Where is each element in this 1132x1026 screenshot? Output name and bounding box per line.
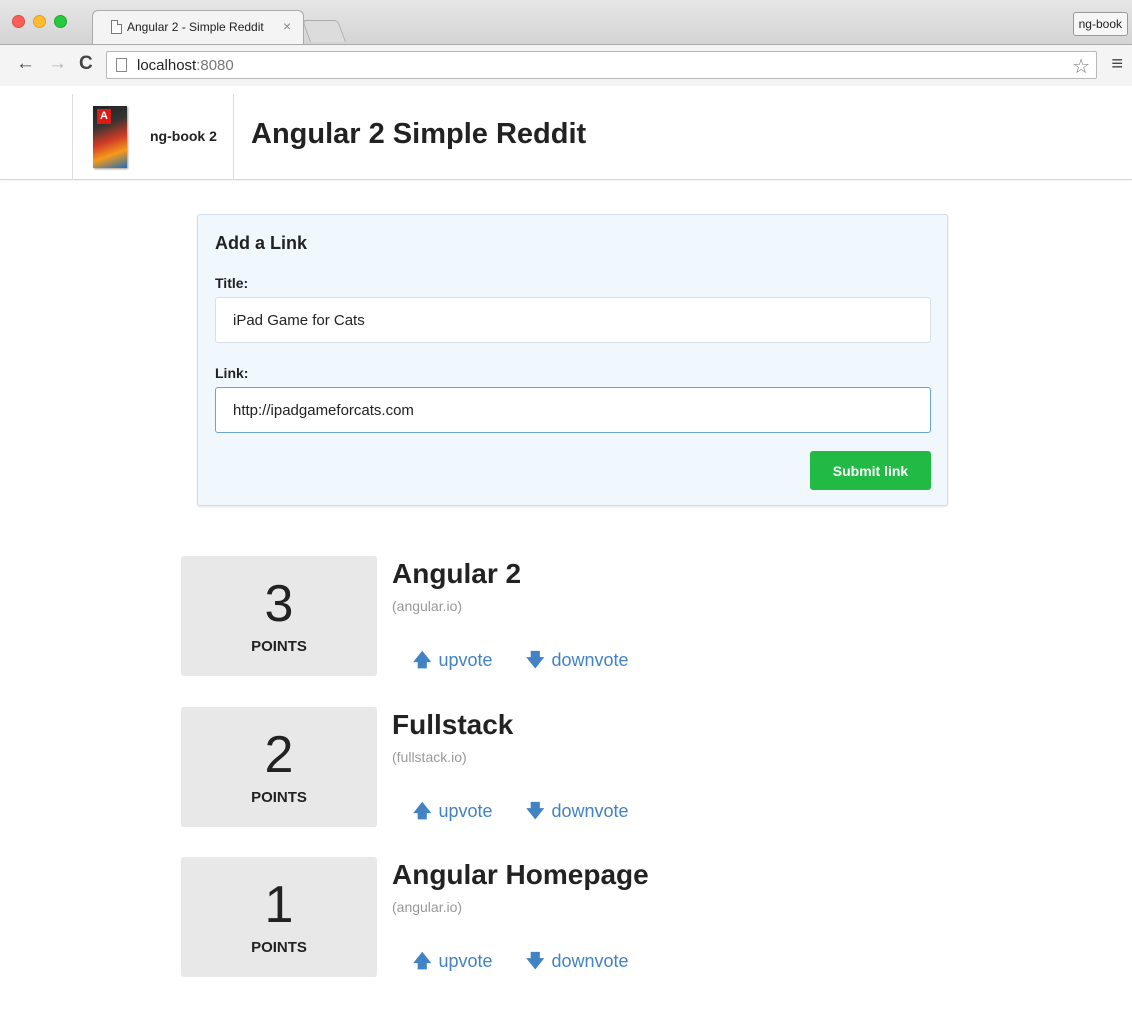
vote-box: 2 POINTS <box>181 707 377 827</box>
article-item: 2 POINTS Fullstack (fullstack.io) 🡅 upvot… <box>181 707 881 827</box>
brand-name: ng-book 2 <box>150 128 217 144</box>
points-label: POINTS <box>251 638 307 655</box>
zoom-window-button[interactable] <box>54 15 67 28</box>
title-input[interactable] <box>215 297 931 343</box>
new-tab-button[interactable] <box>301 20 347 42</box>
article-domain: (angular.io) <box>392 598 463 614</box>
article-domain: (angular.io) <box>392 899 463 915</box>
submit-link-button[interactable]: Submit link <box>810 451 931 490</box>
url-port: :8080 <box>196 57 234 74</box>
form-heading: Add a Link <box>215 233 308 253</box>
arrow-up-icon: 🡅 <box>413 801 432 821</box>
downvote-link[interactable]: 🡇 downvote <box>526 949 629 979</box>
points-label: POINTS <box>251 789 307 806</box>
article-title-link[interactable]: Angular 2 <box>392 558 521 590</box>
upvote-label: upvote <box>438 951 493 971</box>
downvote-label: downvote <box>551 951 629 971</box>
bookmark-star-icon[interactable]: ☆ <box>1072 54 1090 79</box>
browser-toolbar: ← → C localhost:8080 ☆ ≡ <box>0 44 1132 86</box>
browser-chrome: Angular 2 - Simple Reddit × ng-book ← → … <box>0 0 1132 86</box>
downvote-link[interactable]: 🡇 downvote <box>526 648 629 678</box>
article-item: 3 POINTS Angular 2 (angular.io) 🡅 upvote … <box>181 556 881 676</box>
minimize-window-button[interactable] <box>33 15 46 28</box>
vote-box: 3 POINTS <box>181 556 377 676</box>
page-icon <box>111 20 122 34</box>
vote-count: 3 <box>264 575 294 633</box>
close-window-button[interactable] <box>12 15 25 28</box>
add-link-form: Add a Link Title: Link: Submit link <box>197 214 948 506</box>
upvote-label: upvote <box>438 801 493 821</box>
back-arrow-icon[interactable]: ← <box>16 54 35 74</box>
page-title: Angular 2 Simple Reddit <box>251 118 587 150</box>
browser-tab-active[interactable]: Angular 2 - Simple Reddit × <box>92 10 304 44</box>
tab-strip: Angular 2 - Simple Reddit × ng-book <box>0 0 1132 44</box>
upvote-link[interactable]: 🡅 upvote <box>413 799 493 829</box>
vote-box: 1 POINTS <box>181 857 377 977</box>
page-icon <box>116 58 127 72</box>
url-text: localhost:8080 <box>137 57 234 74</box>
article-item: 1 POINTS Angular Homepage (angular.io) 🡅… <box>181 857 881 977</box>
downvote-label: downvote <box>551 650 629 670</box>
book-cover-logo <box>93 106 127 168</box>
upvote-link[interactable]: 🡅 upvote <box>413 949 493 979</box>
article-title-link[interactable]: Angular Homepage <box>392 859 649 891</box>
link-input[interactable] <box>215 387 931 433</box>
link-label: Link: <box>215 365 249 381</box>
upvote-label: upvote <box>438 650 493 670</box>
app-header: ng-book 2 Angular 2 Simple Reddit <box>0 94 1132 180</box>
article-domain: (fullstack.io) <box>392 749 467 765</box>
address-bar[interactable]: localhost:8080 ☆ <box>106 51 1097 79</box>
arrow-down-icon: 🡇 <box>526 650 545 670</box>
arrow-up-icon: 🡅 <box>413 650 432 670</box>
arrow-down-icon: 🡇 <box>526 951 545 971</box>
tab-title: Angular 2 - Simple Reddit <box>127 20 264 34</box>
tab-close-icon[interactable]: × <box>283 18 291 34</box>
points-label: POINTS <box>251 939 307 956</box>
article-title-link[interactable]: Fullstack <box>392 709 513 741</box>
title-label: Title: <box>215 275 249 291</box>
reload-icon[interactable]: C <box>79 54 93 74</box>
forward-arrow-icon[interactable]: → <box>48 54 67 74</box>
browser-menu-icon[interactable]: ≡ <box>1111 53 1123 76</box>
downvote-link[interactable]: 🡇 downvote <box>526 799 629 829</box>
url-host: localhost <box>137 57 197 74</box>
profile-button[interactable]: ng-book <box>1072 12 1128 36</box>
arrow-up-icon: 🡅 <box>413 951 432 971</box>
brand[interactable]: ng-book 2 <box>72 94 234 180</box>
arrow-down-icon: 🡇 <box>526 801 545 821</box>
downvote-label: downvote <box>551 801 629 821</box>
vote-count: 2 <box>264 726 294 784</box>
upvote-link[interactable]: 🡅 upvote <box>413 648 493 678</box>
vote-count: 1 <box>264 876 294 934</box>
